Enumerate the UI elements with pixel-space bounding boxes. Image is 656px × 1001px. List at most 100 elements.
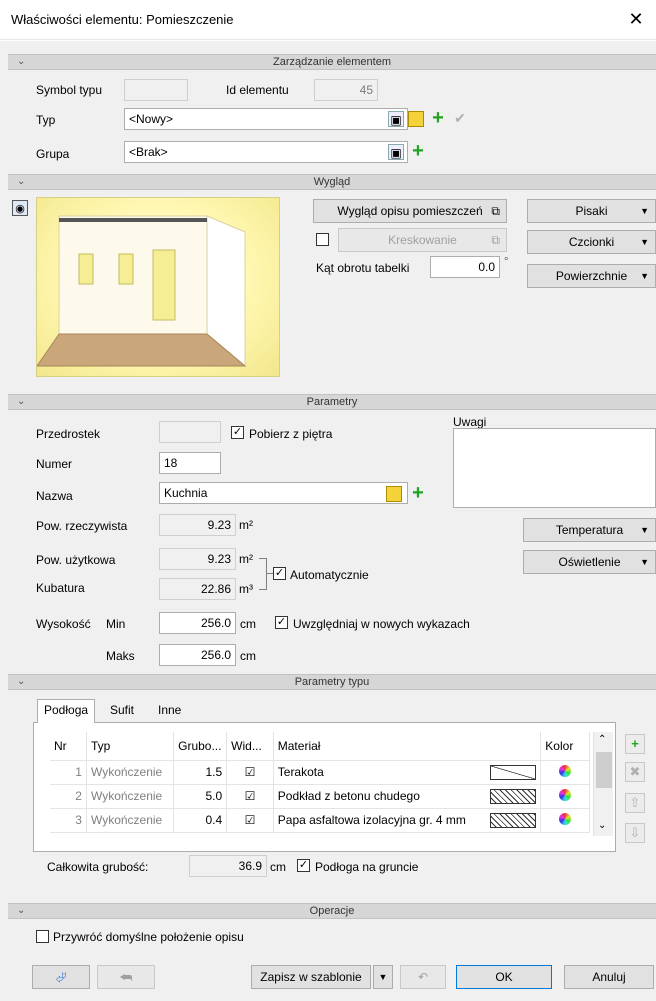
cell-thickness[interactable]: 5.0 <box>173 784 228 809</box>
add-name-plus-icon[interactable]: + <box>410 483 426 503</box>
lighting-button[interactable]: Oświetlenie ▼ <box>523 550 656 574</box>
edit-icon[interactable] <box>408 111 424 127</box>
hatch-button[interactable]: Kreskowanie ⧉ <box>338 228 507 252</box>
room-preview-image <box>36 197 280 377</box>
tab-other[interactable]: Inne <box>152 700 187 722</box>
tab-ceiling[interactable]: Sufit <box>104 700 140 722</box>
cancel-button[interactable]: Anuluj <box>564 965 654 989</box>
restore-description-checkbox[interactable] <box>36 930 49 943</box>
surfaces-button[interactable]: Powierzchnie ▼ <box>527 264 656 288</box>
tab-floor[interactable]: Podłoga <box>37 699 96 723</box>
room-description-button[interactable]: Wygląd opisu pomieszczeń ⧉ <box>313 199 507 223</box>
cell-color[interactable] <box>540 784 590 809</box>
restore-description-label: Przywróć domyślne położenie opisu <box>53 930 244 944</box>
hatch-label: Kreskowanie <box>388 233 457 247</box>
cell-visible[interactable]: ☑ <box>226 760 274 785</box>
chevron-down-icon[interactable]: ⌄ <box>17 675 25 689</box>
save-template-dropdown[interactable]: ▼ <box>373 965 393 989</box>
include-checkbox[interactable]: ✓ <box>275 616 288 629</box>
scroll-up-icon[interactable]: ⌃ <box>598 734 606 745</box>
camera-icon[interactable]: ◉ <box>12 200 28 216</box>
automatic-checkbox[interactable]: ✓ <box>273 567 286 580</box>
add-group-plus-icon[interactable]: + <box>410 141 426 161</box>
undo-button[interactable]: ↶ <box>400 965 446 989</box>
type-field[interactable]: <Nowy> <box>124 108 408 130</box>
visible-checkbox-icon[interactable]: ☑ <box>245 765 256 779</box>
check-icon: ✔ <box>454 110 466 126</box>
section-title: Parametry <box>306 396 358 408</box>
col-header-thickness[interactable]: Grubo... <box>173 732 228 761</box>
table-row[interactable]: 1 Wykończenie 1.5 ☑ Terakota <box>50 760 590 785</box>
temperature-button[interactable]: Temperatura ▼ <box>523 518 656 542</box>
color-picker-icon[interactable] <box>559 812 572 825</box>
group-field[interactable]: <Brak> <box>124 141 408 163</box>
edit-icon[interactable] <box>386 486 402 502</box>
min-height-input[interactable]: 256.0 <box>159 612 236 634</box>
symbol-field <box>124 79 188 101</box>
from-floor-checkbox[interactable]: ✓ <box>231 426 244 439</box>
hatch-checkbox[interactable] <box>316 233 329 246</box>
cell-type: Wykończenie <box>86 808 175 833</box>
fonts-button[interactable]: Czcionki ▼ <box>527 230 656 254</box>
scrollbar-thumb[interactable] <box>596 752 612 788</box>
delete-layer-icon: ✖ <box>625 762 645 782</box>
section-header-parameters[interactable]: ⌄ Parametry <box>8 394 656 410</box>
pens-button[interactable]: Pisaki ▼ <box>527 199 656 223</box>
notes-textarea[interactable] <box>453 428 656 508</box>
section-header-appearance[interactable]: ⌄ Wygląd <box>8 174 656 190</box>
cell-color[interactable] <box>540 760 590 785</box>
col-header-material[interactable]: Materiał <box>273 732 542 761</box>
type-value: <Nowy> <box>129 112 174 126</box>
max-height-input[interactable]: 256.0 <box>159 644 236 666</box>
col-header-type[interactable]: Typ <box>86 732 175 761</box>
col-header-visible[interactable]: Wid... <box>226 732 274 761</box>
cell-color[interactable] <box>540 808 590 833</box>
chevron-down-icon[interactable]: ⌄ <box>17 175 25 189</box>
cell-material[interactable]: Papa asfaltowa izolacyjna gr. 4 mm <box>273 808 542 833</box>
visible-checkbox-icon[interactable]: ☑ <box>245 789 256 803</box>
cell-visible[interactable]: ☑ <box>226 808 274 833</box>
angle-input[interactable]: 0.0 <box>430 256 500 278</box>
library-icon[interactable]: ▣ <box>388 111 404 127</box>
section-header-type-parameters[interactable]: ⌄ Parametry typu <box>8 674 656 690</box>
chevron-down-icon[interactable]: ⌄ <box>17 55 25 69</box>
save-template-button[interactable]: Zapisz w szablonie <box>251 965 371 989</box>
scroll-down-icon[interactable]: ⌄ <box>598 820 606 831</box>
ok-label: OK <box>495 970 513 984</box>
visible-checkbox-icon[interactable]: ☑ <box>245 813 256 827</box>
table-row[interactable]: 3 Wykończenie 0.4 ☑ Papa asfaltowa izola… <box>50 808 590 833</box>
ground-floor-checkbox[interactable]: ✓ <box>297 859 310 872</box>
export-button[interactable]: ⮪ <box>97 965 155 989</box>
color-picker-icon[interactable] <box>559 788 572 801</box>
layers-table: Nr Typ Grubo... Wid... Materiał Kolor 1 … <box>50 732 590 833</box>
section-title: Parametry typu <box>294 676 370 688</box>
name-label: Nazwa <box>36 489 73 503</box>
table-scrollbar[interactable]: ⌃ ⌄ <box>593 732 613 836</box>
add-type-plus-icon[interactable]: + <box>430 108 446 128</box>
cell-visible[interactable]: ☑ <box>226 784 274 809</box>
number-input[interactable]: 18 <box>159 452 221 474</box>
chevron-down-icon[interactable]: ⌄ <box>17 395 25 409</box>
temperature-label: Temperatura <box>555 523 624 537</box>
cell-material[interactable]: Terakota <box>273 760 542 785</box>
color-picker-icon[interactable] <box>559 764 572 777</box>
close-icon[interactable]: ✕ <box>624 7 648 31</box>
bracket-divider <box>259 558 267 590</box>
type-label: Typ <box>36 113 56 127</box>
section-header-operations[interactable]: ⌄ Operacje <box>8 903 656 919</box>
add-layer-plus-icon[interactable]: + <box>625 734 645 754</box>
section-header-management[interactable]: ⌄ Zarządzanie elementem <box>8 54 656 70</box>
material-name: Terakota <box>277 764 324 779</box>
col-header-nr[interactable]: Nr <box>50 732 87 761</box>
library-icon[interactable]: ▣ <box>388 144 404 160</box>
ok-button[interactable]: OK <box>456 965 552 989</box>
cell-thickness[interactable]: 0.4 <box>173 808 228 833</box>
real-area-field: 9.23 <box>159 514 236 536</box>
cell-material[interactable]: Podkład z betonu chudego <box>273 784 542 809</box>
table-row[interactable]: 2 Wykończenie 5.0 ☑ Podkład z betonu chu… <box>50 784 590 809</box>
name-input[interactable]: Kuchnia <box>159 482 408 504</box>
import-button[interactable]: ⮰ <box>32 965 90 989</box>
chevron-down-icon[interactable]: ⌄ <box>17 904 25 918</box>
cell-thickness[interactable]: 1.5 <box>173 760 228 785</box>
col-header-color[interactable]: Kolor <box>540 732 590 761</box>
